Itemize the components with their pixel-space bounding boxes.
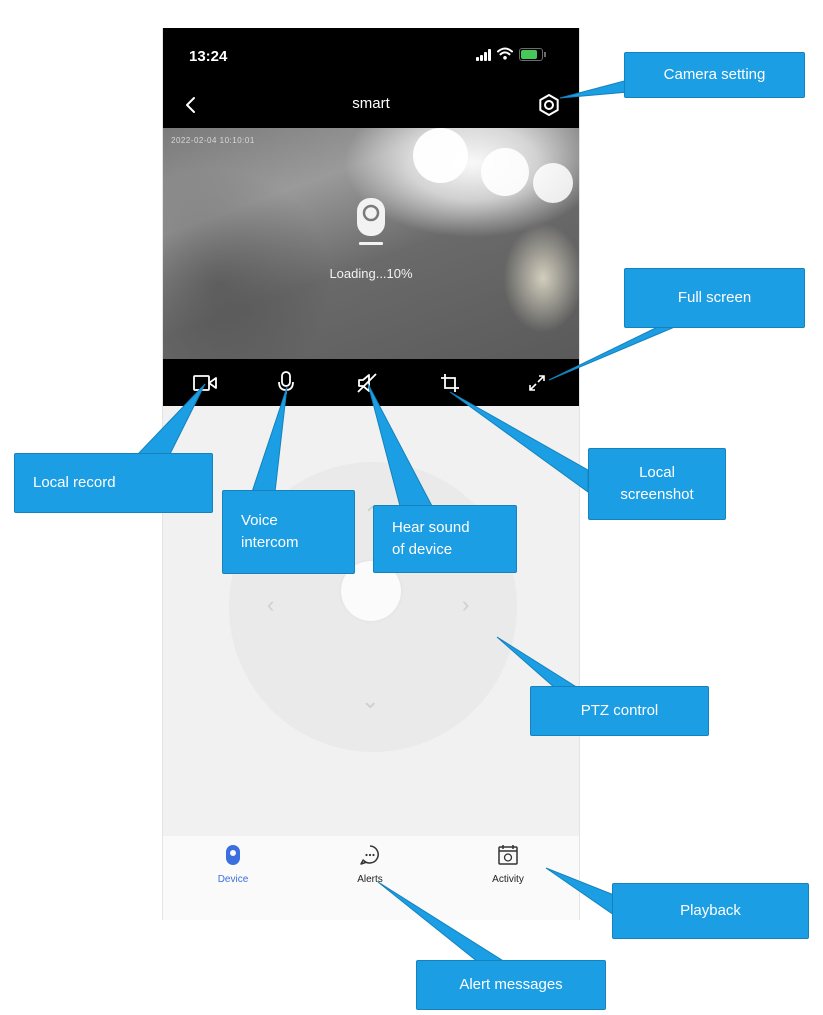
pointer-local-screenshot xyxy=(449,391,589,493)
callout-local-screenshot: Local screenshot xyxy=(588,448,726,520)
callout-ptz-control: PTZ control xyxy=(530,686,709,736)
callout-full-screen: Full screen xyxy=(624,268,805,328)
callout-voice-intercom: Voice intercom xyxy=(222,490,355,574)
pointer-voice-intercom xyxy=(251,386,288,493)
callout-local-record: Local record xyxy=(14,453,213,513)
callout-playback: Playback xyxy=(612,883,809,939)
pointer-ptz-control xyxy=(496,636,580,689)
pointer-local-record xyxy=(136,383,206,455)
callout-hear-sound: Hear sound of device xyxy=(373,505,517,573)
callout-camera-setting: Camera setting xyxy=(624,52,805,98)
pointer-camera-setting xyxy=(559,79,629,99)
pointer-hear-sound xyxy=(367,383,433,507)
pointer-playback xyxy=(545,867,615,916)
pointer-alert-messages xyxy=(377,881,507,963)
callout-alert-messages: Alert messages xyxy=(416,960,606,1010)
